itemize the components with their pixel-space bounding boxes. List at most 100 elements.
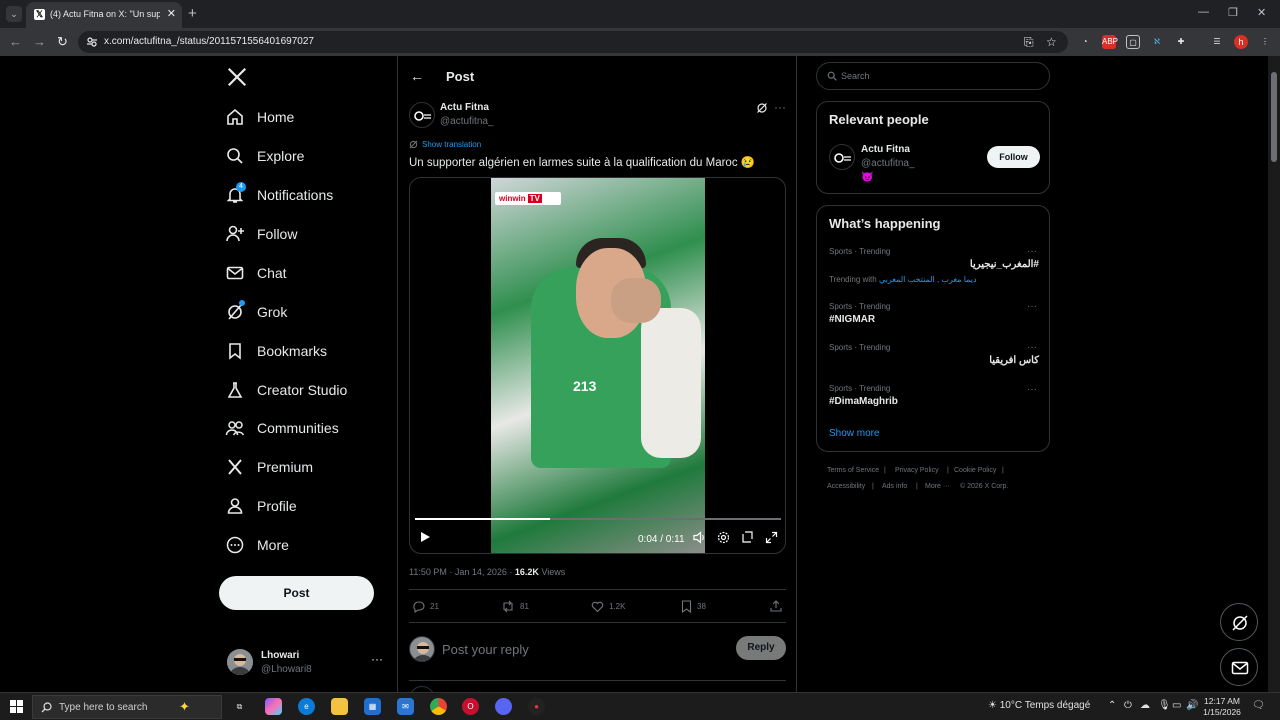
- trend-item[interactable]: #DimaMaghrib: [829, 396, 898, 407]
- nav-more[interactable]: More: [225, 530, 289, 560]
- nav-follow[interactable]: Follow: [225, 219, 297, 249]
- person-name[interactable]: Actu Fitna: [861, 144, 910, 155]
- messages-fab-button[interactable]: [1220, 648, 1258, 686]
- mail-app-icon[interactable]: ✉: [397, 698, 414, 715]
- profile-avatar-icon[interactable]: h: [1234, 35, 1248, 49]
- browser-menu-icon[interactable]: ⋮: [1258, 35, 1272, 49]
- nav-communities[interactable]: Communities: [225, 413, 339, 443]
- tray-cloud-icon[interactable]: ☁: [1140, 700, 1150, 711]
- nav-home[interactable]: Home: [225, 102, 294, 132]
- account-switcher[interactable]: Lhowari @Lhowari8 ···: [225, 646, 385, 686]
- extension-box-icon[interactable]: ▢: [1126, 35, 1140, 49]
- show-more-link[interactable]: Show more: [829, 428, 880, 439]
- close-window-button[interactable]: ✕: [1257, 6, 1266, 19]
- footer-accessibility-link[interactable]: Accessibility: [827, 483, 865, 490]
- windows-start-icon[interactable]: [10, 700, 23, 713]
- grok-icon[interactable]: [756, 102, 768, 114]
- trend-item[interactable]: كاس افريقيا: [989, 355, 1039, 366]
- edge-icon[interactable]: e: [298, 698, 315, 715]
- picture-in-picture-icon[interactable]: [741, 531, 754, 544]
- trend-item[interactable]: #المغرب_نيجيريا: [970, 259, 1039, 270]
- taskbar-search-input[interactable]: Type here to search ✦: [32, 695, 222, 719]
- volume-icon[interactable]: [693, 531, 706, 544]
- tray-chevron-icon[interactable]: ⌃: [1108, 700, 1116, 711]
- reload-button[interactable]: ↻: [57, 34, 68, 50]
- store-icon[interactable]: ▦: [364, 698, 381, 715]
- footer-more-link[interactable]: More ···: [925, 483, 950, 490]
- restore-button[interactable]: ❐: [1228, 6, 1238, 19]
- opera-icon[interactable]: O: [462, 698, 479, 715]
- play-icon[interactable]: [419, 531, 431, 543]
- file-explorer-icon[interactable]: [331, 698, 348, 715]
- more-dots-icon[interactable]: ···: [371, 652, 383, 666]
- weather-widget[interactable]: ☀ 10°C Temps dégagé: [988, 700, 1090, 711]
- reply-button[interactable]: Reply: [736, 636, 786, 660]
- task-view-icon[interactable]: ⧉: [231, 698, 248, 715]
- footer-cookie-link[interactable]: Cookie Policy: [954, 467, 996, 474]
- trending-with-links[interactable]: ديما مغرب , المنتخب المغربي: [879, 275, 977, 284]
- tab-close-icon[interactable]: ✕: [167, 7, 176, 20]
- bookmark-action[interactable]: 38: [681, 600, 706, 613]
- microphone-icon[interactable]: 🎙: [1158, 700, 1171, 711]
- grok-fab-button[interactable]: [1220, 603, 1258, 641]
- extension-abp-icon[interactable]: ABP: [1102, 35, 1118, 49]
- notification-center-icon[interactable]: 🗨: [1252, 700, 1265, 711]
- tab-search-button[interactable]: ⌄: [6, 6, 22, 22]
- forward-button[interactable]: →: [33, 34, 46, 49]
- author-handle[interactable]: @actufitna_: [440, 116, 494, 127]
- nav-creator-studio[interactable]: Creator Studio: [225, 375, 347, 405]
- video-player[interactable]: 213 winwin TV 0:04 / 0:11: [409, 177, 786, 554]
- bookmark-star-icon[interactable]: ☆: [1046, 35, 1057, 49]
- back-arrow-icon[interactable]: ←: [410, 68, 424, 84]
- minimize-button[interactable]: —: [1198, 6, 1209, 18]
- reply-input[interactable]: Post your reply: [442, 642, 529, 657]
- settings-gear-icon[interactable]: [717, 531, 730, 544]
- post-timestamp[interactable]: 11:50 PM · Jan 14, 2026 ·: [409, 567, 515, 577]
- nav-grok[interactable]: Grok: [225, 297, 287, 327]
- install-app-icon[interactable]: ⎘: [1024, 35, 1034, 50]
- nav-premium[interactable]: Premium: [225, 452, 313, 482]
- footer-privacy-link[interactable]: Privacy Policy: [895, 467, 939, 474]
- extension-glasses-icon[interactable]: ◔: [1078, 35, 1092, 49]
- share-action[interactable]: [770, 600, 787, 612]
- extension-translate-icon[interactable]: ℵ: [1150, 35, 1164, 49]
- nav-bookmarks[interactable]: Bookmarks: [225, 336, 327, 366]
- tray-app-icon[interactable]: ⏻: [1124, 700, 1132, 711]
- reply-action[interactable]: 21: [412, 600, 439, 613]
- scrollbar-thumb[interactable]: [1271, 72, 1277, 162]
- like-action[interactable]: 1.2K: [591, 600, 625, 613]
- more-dots-icon[interactable]: ···: [1027, 301, 1037, 312]
- follow-button[interactable]: Follow: [987, 146, 1040, 168]
- copilot-icon[interactable]: [265, 698, 282, 715]
- show-translation-link[interactable]: Show translation: [409, 140, 481, 149]
- new-tab-button[interactable]: +: [188, 5, 197, 22]
- nav-notifications[interactable]: 4 Notifications: [225, 180, 333, 210]
- search-input[interactable]: Search: [816, 62, 1050, 90]
- chrome-icon[interactable]: [430, 698, 447, 715]
- fullscreen-icon[interactable]: [765, 531, 778, 544]
- more-dots-icon[interactable]: ···: [1027, 384, 1037, 395]
- nav-chat[interactable]: Chat: [225, 258, 287, 288]
- page-scrollbar[interactable]: [1268, 56, 1280, 692]
- extensions-puzzle-icon[interactable]: ✚: [1174, 35, 1188, 49]
- taskbar-clock[interactable]: 12:17 AM 1/15/2026: [1200, 696, 1244, 718]
- nav-profile[interactable]: Profile: [225, 491, 297, 521]
- video-progress-bar[interactable]: [415, 518, 781, 520]
- post-button[interactable]: Post: [219, 576, 374, 610]
- address-bar[interactable]: x.com/actufitna_/status/2011571556401697…: [78, 31, 1068, 53]
- network-icon[interactable]: ▭: [1172, 700, 1181, 711]
- author-avatar[interactable]: [409, 102, 435, 128]
- trend-item[interactable]: #NIGMAR: [829, 314, 875, 325]
- site-info-icon[interactable]: [86, 36, 98, 48]
- nav-explore[interactable]: Explore: [225, 141, 304, 171]
- browser-tab[interactable]: 𝕏 (4) Actu Fitna on X: "Un support ✕: [26, 2, 182, 28]
- back-button[interactable]: ←: [9, 34, 22, 49]
- author-name[interactable]: Actu Fitna: [440, 102, 489, 113]
- more-dots-icon[interactable]: ···: [774, 100, 786, 114]
- chrome-profile-icon[interactable]: [495, 698, 512, 715]
- volume-icon[interactable]: 🔊: [1186, 700, 1198, 711]
- more-dots-icon[interactable]: ···: [1027, 246, 1037, 257]
- footer-terms-link[interactable]: Terms of Service: [827, 467, 879, 474]
- avatar[interactable]: [829, 144, 855, 170]
- footer-ads-link[interactable]: Ads info: [882, 483, 907, 490]
